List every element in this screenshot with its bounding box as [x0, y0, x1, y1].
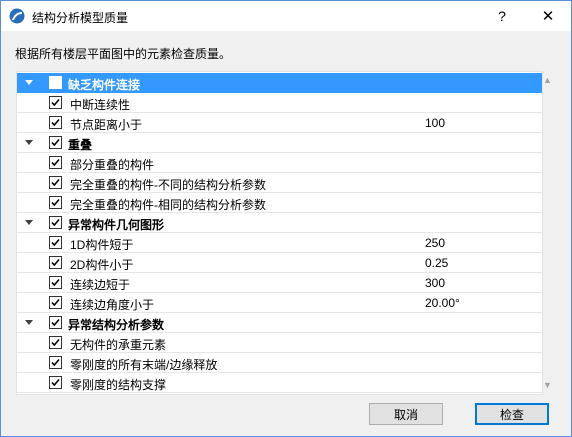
title-bar: 结构分析模型质量 ? ✕: [1, 1, 571, 31]
check-mark-icon: [51, 358, 60, 367]
collapse-triangle-icon[interactable]: [25, 80, 33, 85]
check-mark-icon: [51, 378, 60, 387]
option-row[interactable]: 完全重叠的构件-相同的结构分析参数: [17, 193, 542, 213]
checkbox[interactable]: [49, 176, 62, 189]
option-value[interactable]: 20.00°: [425, 296, 460, 310]
cancel-button[interactable]: 取消: [369, 403, 443, 425]
option-label: 部分重叠的构件: [70, 158, 155, 172]
option-row[interactable]: 部分重叠的构件: [17, 153, 542, 173]
checkbox[interactable]: [49, 156, 62, 169]
instruction-text: 根据所有楼层平面图中的元素检查质量。: [15, 47, 232, 61]
option-value[interactable]: 100: [425, 116, 445, 130]
check-mark-icon: [51, 298, 60, 307]
group-row[interactable]: 异常构件几何图形: [17, 213, 542, 233]
option-value[interactable]: 250: [425, 236, 445, 250]
checkbox[interactable]: [49, 96, 62, 109]
check-mark-icon: [51, 98, 60, 107]
group-label: 异常结构分析参数: [68, 318, 165, 332]
option-label: 零刚度的所有末端/边缘释放: [70, 358, 218, 372]
check-mark-icon: [51, 78, 60, 87]
checkbox[interactable]: [49, 116, 62, 129]
collapse-triangle-icon[interactable]: [25, 320, 33, 325]
option-row[interactable]: 节点距离小于 100: [17, 113, 542, 133]
check-mark-icon: [51, 278, 60, 287]
option-row[interactable]: 连续边角度小于 20.00°: [17, 293, 542, 313]
checkbox[interactable]: [49, 236, 62, 249]
checkbox[interactable]: [49, 276, 62, 289]
checkbox[interactable]: [49, 356, 62, 369]
group-row[interactable]: 异常结构分析参数: [17, 313, 542, 333]
window-title: 结构分析模型质量: [32, 11, 129, 25]
check-mark-icon: [51, 138, 60, 147]
close-button[interactable]: ✕: [525, 1, 571, 31]
option-label: 完全重叠的构件-不同的结构分析参数: [70, 178, 266, 192]
checkbox[interactable]: [49, 376, 62, 389]
check-mark-icon: [51, 178, 60, 187]
option-value[interactable]: 0.25: [425, 256, 448, 270]
collapse-triangle-icon[interactable]: [25, 140, 33, 145]
check-mark-icon: [51, 258, 60, 267]
checkbox[interactable]: [49, 196, 62, 209]
check-button[interactable]: 检查: [475, 403, 549, 425]
checkbox[interactable]: [49, 136, 62, 149]
scroll-up-arrow[interactable]: ▲: [539, 71, 556, 88]
option-row[interactable]: 无构件的承重元素: [17, 333, 542, 353]
option-label: 连续边短于: [70, 278, 131, 292]
option-row[interactable]: 连续边短于 300: [17, 273, 542, 293]
checkbox[interactable]: [49, 296, 62, 309]
group-label: 异常构件几何图形: [68, 218, 165, 232]
check-mark-icon: [51, 158, 60, 167]
option-label: 完全重叠的构件-相同的结构分析参数: [70, 198, 266, 212]
app-icon: [9, 8, 25, 24]
option-row[interactable]: 零刚度的结构支撑: [17, 373, 542, 393]
option-label: 中断连续性: [70, 98, 131, 112]
checkbox[interactable]: [49, 76, 62, 89]
checkbox[interactable]: [49, 216, 62, 229]
option-label: 无构件的承重元素: [70, 338, 167, 352]
vertical-scrollbar[interactable]: ▲ ▼: [539, 71, 556, 393]
group-label: 缺乏构件连接: [68, 78, 141, 92]
checkbox[interactable]: [49, 336, 62, 349]
option-row[interactable]: 1D构件短于 250: [17, 233, 542, 253]
check-mark-icon: [51, 338, 60, 347]
group-row[interactable]: 缺乏构件连接: [17, 73, 542, 93]
group-row[interactable]: 重叠: [17, 133, 542, 153]
check-mark-icon: [51, 238, 60, 247]
option-label: 1D构件短于: [70, 238, 134, 252]
dialog-window: 结构分析模型质量 ? ✕ 根据所有楼层平面图中的元素检查质量。 缺乏构件连接 中断…: [0, 0, 572, 437]
option-row[interactable]: 完全重叠的构件-不同的结构分析参数: [17, 173, 542, 193]
help-button[interactable]: ?: [479, 1, 525, 31]
check-options-tree[interactable]: 缺乏构件连接 中断连续性节点距离小于 100 重叠部分重叠的构件完全重叠的构件-不同的…: [16, 71, 543, 395]
scroll-down-arrow[interactable]: ▼: [539, 376, 556, 393]
collapse-triangle-icon[interactable]: [25, 220, 33, 225]
checkbox[interactable]: [49, 256, 62, 269]
check-mark-icon: [51, 318, 60, 327]
option-row[interactable]: 2D构件小于 0.25: [17, 253, 542, 273]
option-row[interactable]: 零刚度的所有末端/边缘释放: [17, 353, 542, 373]
option-label: 2D构件小于: [70, 258, 134, 272]
group-label: 重叠: [68, 138, 93, 152]
check-mark-icon: [51, 118, 60, 127]
checkbox[interactable]: [49, 316, 62, 329]
option-label: 节点距离小于: [70, 118, 143, 132]
option-row[interactable]: 中断连续性: [17, 93, 542, 113]
check-mark-icon: [51, 198, 60, 207]
option-label: 连续边角度小于: [70, 298, 155, 312]
option-value[interactable]: 300: [425, 276, 445, 290]
option-label: 零刚度的结构支撑: [70, 378, 167, 392]
check-mark-icon: [51, 218, 60, 227]
close-icon: ✕: [541, 8, 555, 25]
